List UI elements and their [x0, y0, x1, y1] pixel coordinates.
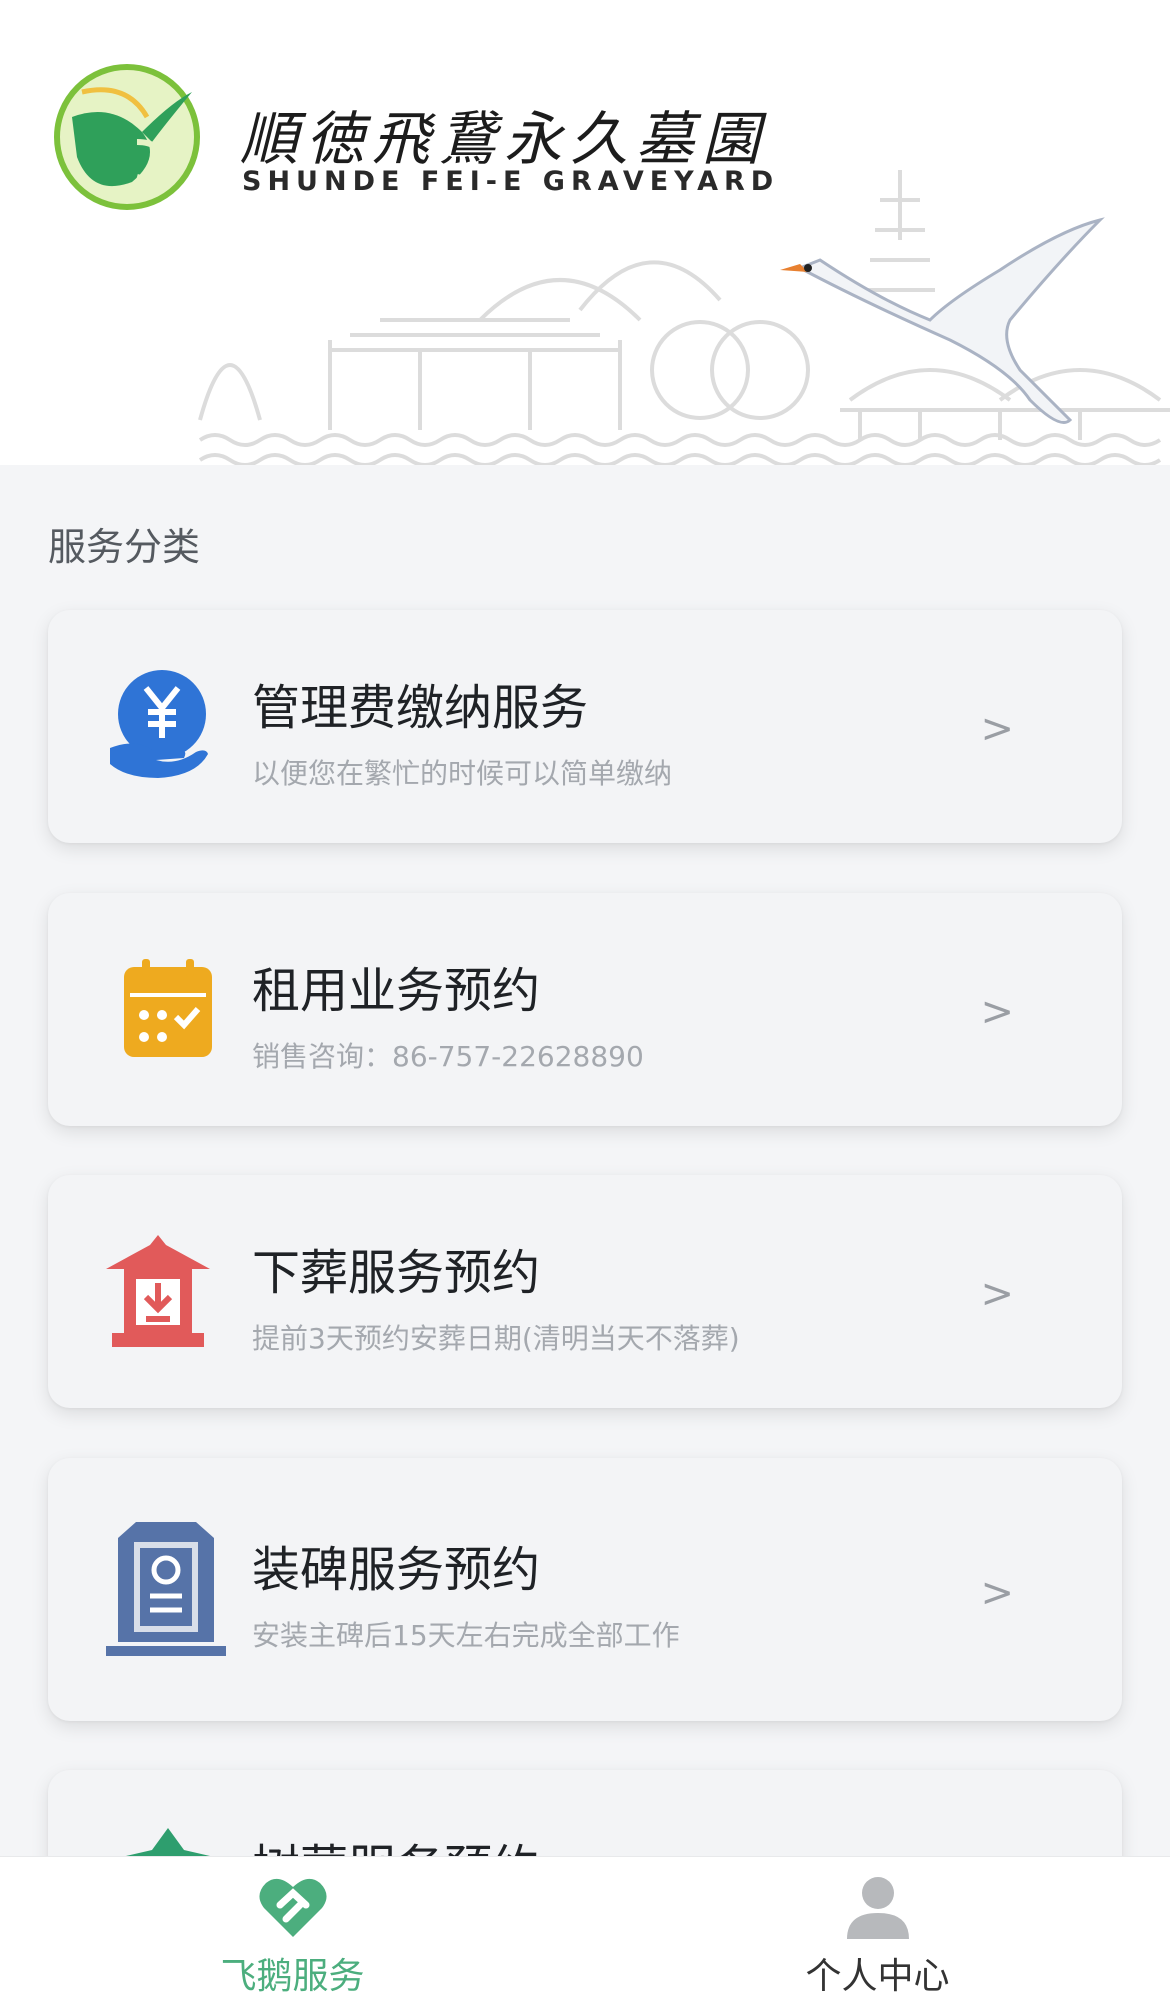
calendar-check-icon — [124, 959, 212, 1057]
brand-name-cn: 順徳飛鵞永久墓園 — [240, 105, 769, 173]
service-card-management-fee[interactable]: 管理费缴纳服务 以便您在繁忙的时候可以简单缴纳 > — [48, 610, 1122, 843]
pavilion-download-icon — [106, 1235, 210, 1347]
chevron-right-icon: > — [980, 989, 1014, 1035]
chevron-right-icon: > — [980, 706, 1014, 752]
tab-label: 个人中心 — [805, 1956, 950, 1997]
brand-name-en: SHUNDE FEI-E GRAVEYARD — [242, 166, 780, 197]
bottom-tab-bar: 飞鹅服务 个人中心 — [0, 1856, 1170, 2005]
service-subtitle: 销售咨询：86-757-22628890 — [252, 1040, 644, 1073]
chevron-right-icon: > — [980, 1570, 1014, 1616]
service-card-burial-booking[interactable]: 下葬服务预约 提前3天预约安葬日期(清明当天不落葬) > — [48, 1175, 1122, 1408]
graveyard-logo-icon — [54, 64, 200, 210]
section-title: 服务分类 — [48, 525, 201, 569]
service-title: 租用业务预约 — [252, 963, 541, 1019]
tab-personal-center[interactable]: 个人中心 — [585, 1857, 1170, 2005]
service-card-tombstone-booking[interactable]: 装碑服务预约 安装主碑后15天左右完成全部工作 > — [48, 1458, 1122, 1721]
service-subtitle: 提前3天预约安葬日期(清明当天不落葬) — [252, 1322, 740, 1355]
feie-service-icon — [258, 1878, 327, 1937]
tab-feie-service[interactable]: 飞鹅服务 — [0, 1857, 585, 2005]
header-banner: 順徳飛鵞永久墓園 SHUNDE FEI-E GRAVEYARD — [0, 0, 1170, 465]
service-title: 管理费缴纳服务 — [252, 680, 589, 736]
tab-label: 飞鹅服务 — [220, 1956, 365, 1997]
service-card-rental-booking[interactable]: 租用业务预约 销售咨询：86-757-22628890 > — [48, 893, 1122, 1126]
service-title: 装碑服务预约 — [252, 1542, 541, 1598]
chevron-right-icon: > — [980, 1271, 1014, 1317]
service-title: 下葬服务预约 — [252, 1245, 541, 1301]
yen-hand-icon — [110, 670, 208, 778]
tombstone-icon — [106, 1522, 226, 1656]
service-subtitle: 以便您在繁忙的时候可以简单缴纳 — [252, 757, 673, 790]
swan-illustration — [780, 217, 1105, 424]
service-subtitle: 安装主碑后15天左右完成全部工作 — [252, 1619, 680, 1652]
user-icon — [846, 1877, 909, 1939]
